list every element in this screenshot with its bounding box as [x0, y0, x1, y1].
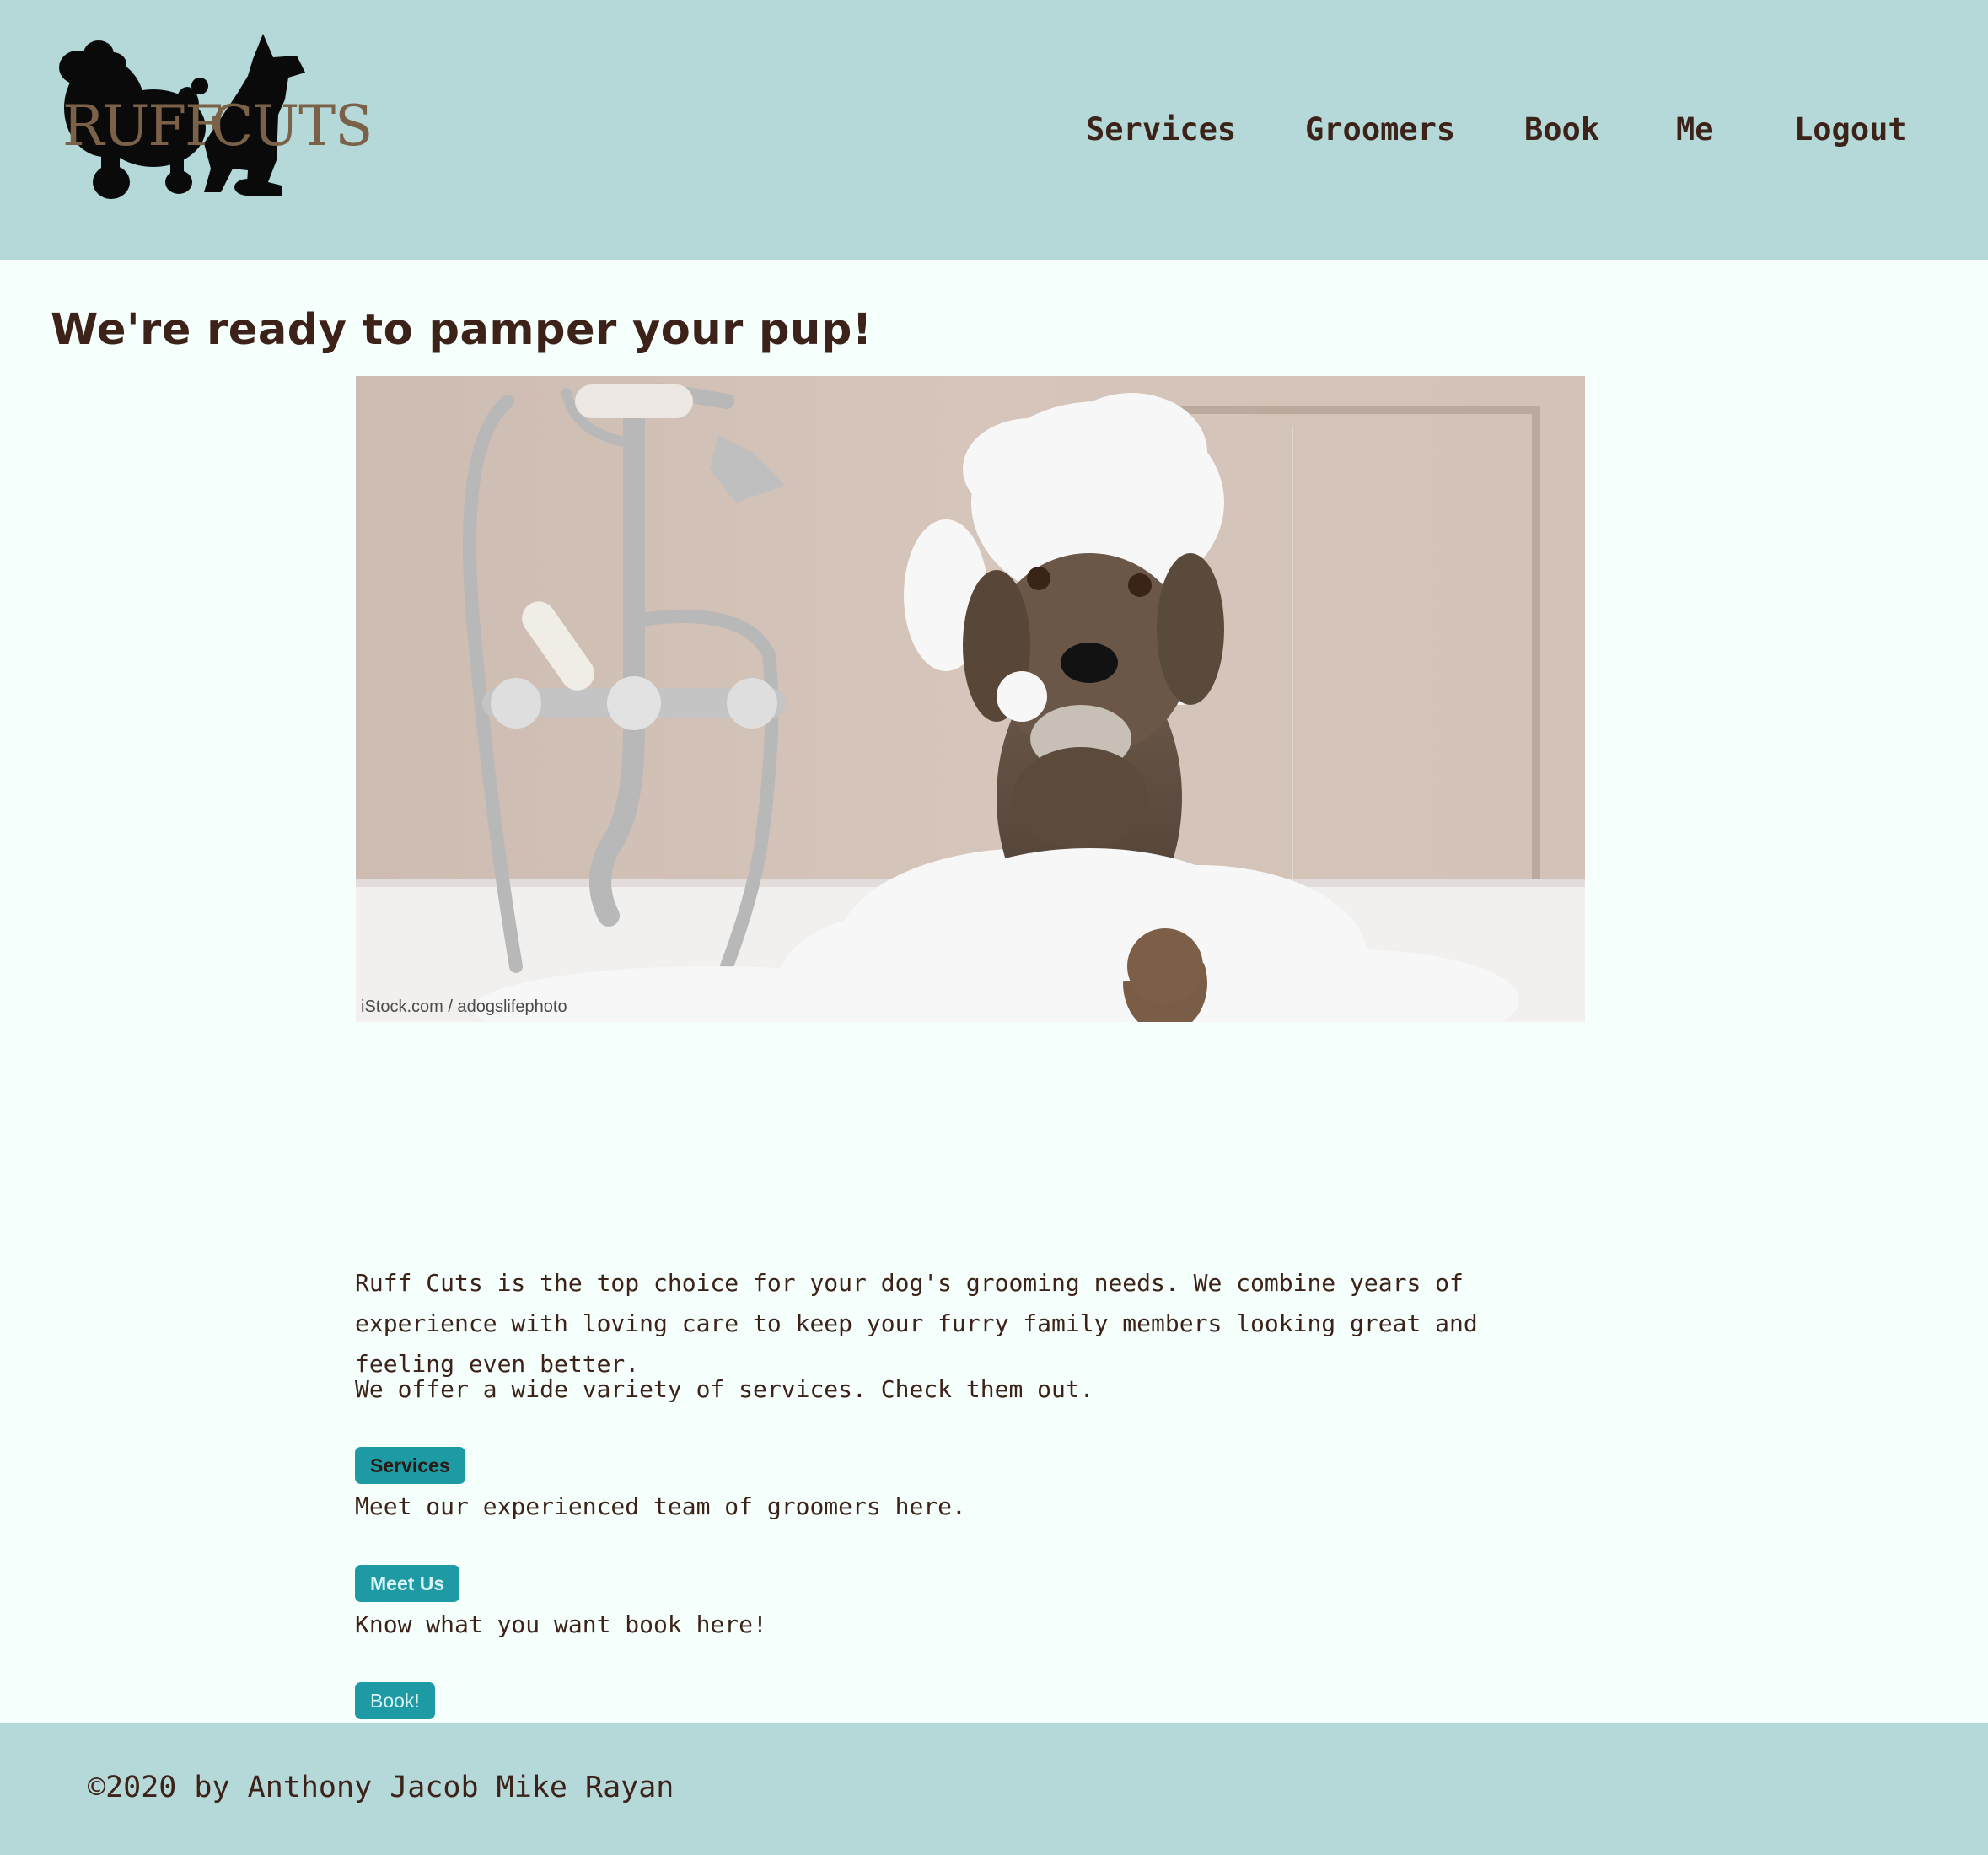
site-header: RUFF CUTS Services Groomers Book Me Logo… [0, 0, 1988, 260]
nav-services[interactable]: Services [1086, 105, 1236, 155]
main-nav: Services Groomers Book Me Logout [0, 105, 1988, 155]
site-footer: ©2020 by Anthony Jacob Mike Rayan [0, 1723, 1988, 1855]
nav-me[interactable]: Me [1676, 105, 1714, 155]
hero-image: iStock.com / adogslifephoto [356, 376, 1585, 1022]
page-title: We're ready to pamper your pup! [51, 305, 873, 355]
services-button[interactable]: Services [355, 1447, 465, 1484]
book-text: Know what you want book here! [355, 1610, 767, 1638]
services-text: We offer a wide variety of services. Che… [355, 1375, 1094, 1403]
meet-us-button[interactable]: Meet Us [355, 1565, 460, 1602]
nav-book[interactable]: Book [1524, 105, 1599, 155]
nav-groomers[interactable]: Groomers [1305, 105, 1455, 155]
team-text: Meet our experienced team of groomers he… [355, 1492, 966, 1520]
photo-credit: iStock.com / adogslifephoto [361, 997, 567, 1016]
dog-bath-photo [356, 376, 1585, 1022]
intro-paragraph: Ruff Cuts is the top choice for your dog… [355, 1269, 1478, 1378]
book-button[interactable]: Book! [355, 1682, 435, 1719]
copyright-text: ©2020 by Anthony Jacob Mike Rayan [88, 1771, 674, 1804]
nav-logout[interactable]: Logout [1794, 105, 1907, 155]
